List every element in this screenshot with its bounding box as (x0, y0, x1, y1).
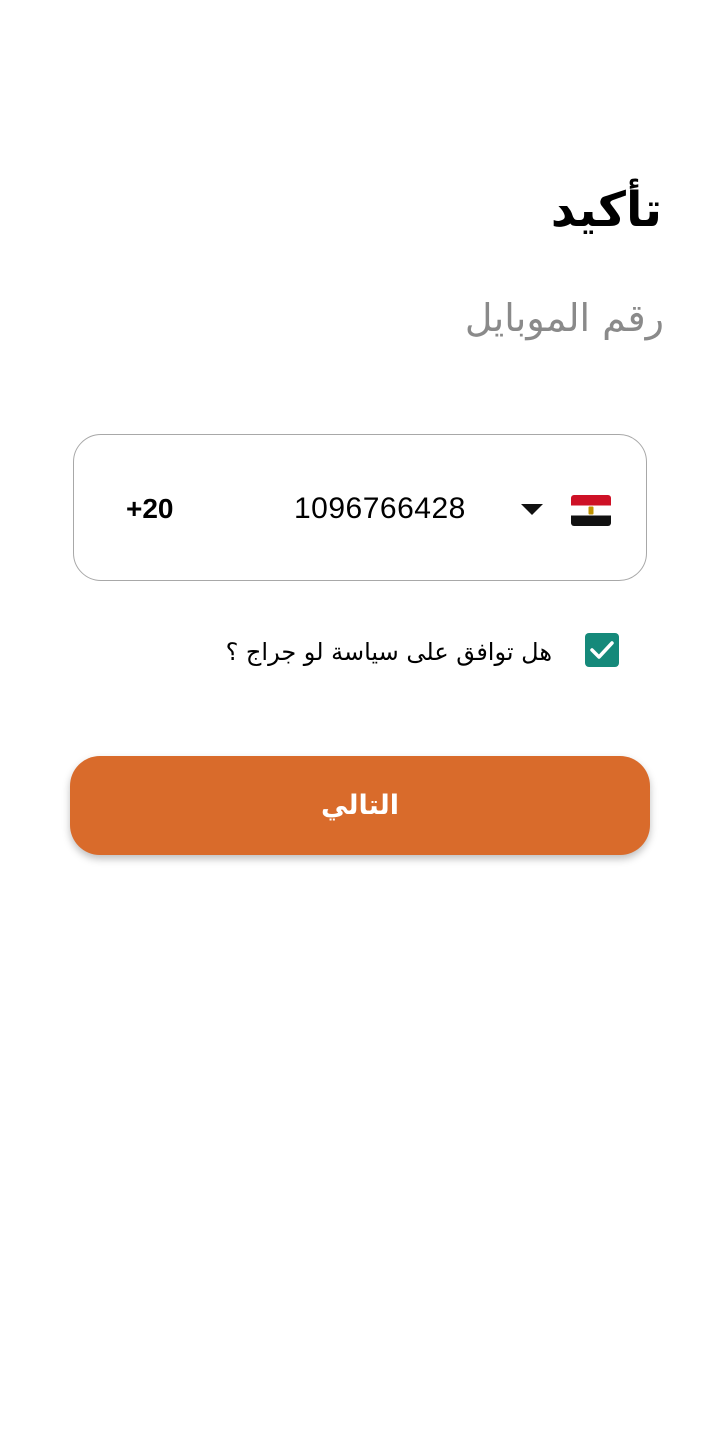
agree-checkbox[interactable] (585, 633, 619, 667)
page-subtitle: رقم الموبايل (464, 296, 664, 340)
next-button-label: التالي (321, 790, 400, 821)
next-button[interactable]: التالي (70, 756, 650, 855)
dial-code: +20 (126, 493, 174, 524)
page-title: تأكيد (550, 182, 662, 238)
checkmark-icon (590, 641, 614, 659)
country-dropdown[interactable] (514, 495, 550, 525)
phone-number-input[interactable]: 1096766428 (294, 485, 466, 533)
agree-label: هل توافق على سياسة لو جراج ؟ (225, 638, 552, 666)
caret-down-icon (521, 504, 543, 515)
egypt-flag-icon (571, 495, 611, 526)
phone-input-field[interactable]: +20 1096766428 (73, 434, 647, 581)
